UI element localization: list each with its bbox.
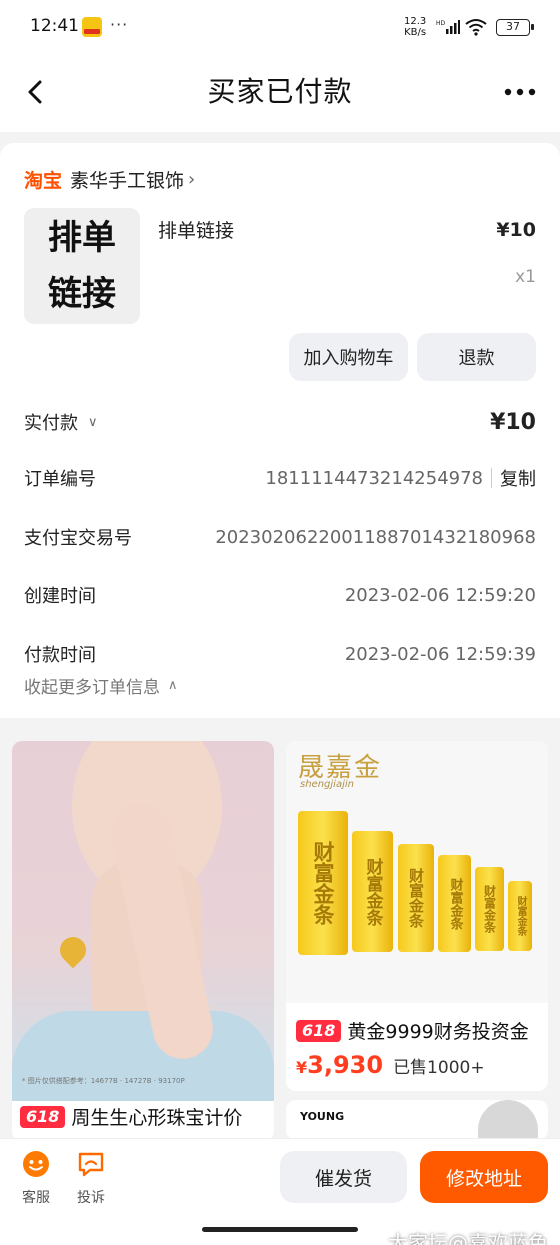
battery-icon: 37: [496, 19, 534, 36]
gold-bar-text: 财富金条: [311, 841, 335, 925]
product-image-model: [478, 1100, 538, 1140]
network-speed-value: 12.3: [404, 16, 427, 27]
sold-count: 已售1000+: [393, 1058, 485, 1078]
thumbnail-text-line2: 链接: [48, 274, 116, 314]
paid-amount-label-wrap: 实付款 ∨: [24, 409, 98, 435]
chevron-right-icon: ›: [188, 168, 196, 190]
gold-bar-text: 财富金条: [362, 857, 383, 926]
product-title[interactable]: 排单链接: [158, 216, 234, 243]
paid-time-row: 付款时间 2023-02-06 12:59:39: [24, 639, 536, 669]
nav-bar: 买家已付款: [0, 56, 560, 132]
gold-bar-text: 财富金条: [482, 885, 497, 933]
product-thumbnail[interactable]: 排单 链接: [24, 208, 140, 324]
order-number-row: 订单编号 1811114473214254978 复制: [24, 463, 536, 493]
recommend-title-row-right: 618 黄金9999财务投资金: [296, 1017, 529, 1044]
signal-icon: HD: [436, 20, 460, 34]
gold-bar: 财富金条: [352, 831, 393, 952]
promo-618-badge: 618: [20, 1105, 66, 1128]
complain-label: 投诉: [77, 1190, 105, 1206]
order-number-label: 订单编号: [24, 469, 96, 490]
more-dots-icon[interactable]: [500, 74, 540, 110]
paid-time-label: 付款时间: [24, 645, 96, 666]
alipay-trade-label: 支付宝交易号: [24, 528, 132, 549]
home-indicator[interactable]: [202, 1227, 358, 1232]
customer-service-icon: [23, 1151, 49, 1177]
customer-service-label: 客服: [22, 1190, 50, 1206]
created-time-value: 2023-02-06 12:59:20: [344, 584, 536, 606]
taobao-logo: 淘宝: [24, 169, 63, 192]
bottom-action-bar: 客服 投诉 催发货 修改地址 大家坛@喜欢蓝色: [0, 1138, 560, 1245]
watermark: 大家坛@喜欢蓝色: [388, 1231, 548, 1245]
price-row: ¥ 3,930 已售1000+: [296, 1051, 485, 1079]
gold-bar-text: 财富金条: [515, 896, 526, 936]
created-time-label: 创建时间: [24, 586, 96, 607]
product-image-necklace[interactable]: * 图片仅供搭配参考：14677B · 14727B · 93170P: [12, 741, 274, 1101]
brand-logo-young: YOUNG: [300, 1110, 345, 1123]
gold-bar: 财富金条: [508, 881, 532, 951]
refund-button[interactable]: 退款: [417, 333, 536, 381]
product-image-gold-bars[interactable]: 晟嘉金 shengjiajin 财富金条 财富金条 财富金条 财富金条 财富金条…: [286, 741, 548, 1003]
copy-button[interactable]: 复制: [500, 465, 536, 491]
gold-bar-text: 财富金条: [447, 877, 463, 930]
brand-name-en: shengjiajin: [300, 779, 354, 790]
paid-time-value: 2023-02-06 12:59:39: [344, 643, 536, 665]
shop-row[interactable]: 淘宝 素华手工银饰 ›: [24, 163, 195, 195]
status-time: 12:41: [30, 16, 79, 36]
recommend-price: 3,930: [307, 1051, 384, 1079]
status-bar: 12:41 ··· 12.3 KB/s HD 37: [0, 0, 560, 56]
customer-service-button[interactable]: 客服: [18, 1149, 54, 1207]
add-to-cart-button[interactable]: 加入购物车: [289, 333, 408, 381]
paid-amount-row[interactable]: 实付款 ∨ ¥10: [24, 407, 536, 437]
recommend-card-lining[interactable]: YOUNG: [286, 1100, 548, 1140]
order-number-value: 1811114473214254978: [265, 467, 483, 489]
recommend-title-row-left: 618 周生生心形珠宝计价: [20, 1103, 242, 1130]
paid-amount-label: 实付款: [24, 413, 78, 434]
collapse-order-info-button[interactable]: 收起更多订单信息 ∧: [24, 673, 178, 698]
thumbnail-text-line1: 排单: [48, 218, 116, 258]
heart-pendant: [54, 931, 92, 969]
complain-button[interactable]: 投诉: [73, 1149, 109, 1207]
recommend-card-gold[interactable]: 晟嘉金 shengjiajin 财富金条 财富金条 财富金条 财富金条 财富金条…: [286, 741, 548, 1091]
network-speed-unit: KB/s: [404, 27, 427, 38]
recommend-title-right[interactable]: 黄金9999财务投资金: [347, 1017, 528, 1044]
product-price: ¥10: [496, 219, 536, 241]
modify-address-button[interactable]: 修改地址: [420, 1151, 548, 1203]
divider: [491, 468, 492, 488]
gold-bar: 财富金条: [398, 844, 434, 952]
shop-name[interactable]: 素华手工银饰: [70, 166, 184, 193]
gold-bar: 财富金条: [298, 811, 348, 955]
alipay-trade-value: 2023020622001188701432180968: [215, 526, 536, 548]
paid-amount-value: ¥10: [490, 409, 536, 435]
gold-bar: 财富金条: [475, 867, 504, 951]
chevron-up-icon: ∧: [168, 678, 178, 693]
order-number-value-wrap: 1811114473214254978 复制: [265, 465, 536, 491]
price-currency: ¥: [296, 1058, 308, 1077]
page-title: 买家已付款: [207, 75, 353, 108]
product-quantity: x1: [515, 267, 536, 287]
notification-dots: ···: [110, 15, 129, 34]
image-caption: * 图片仅供搭配参考：14677B · 14727B · 93170P: [22, 1077, 185, 1085]
network-speed: 12.3 KB/s: [404, 16, 426, 38]
recommend-title-left[interactable]: 周生生心形珠宝计价: [71, 1103, 242, 1130]
promo-618-badge: 618: [296, 1019, 342, 1042]
gold-bar-text: 财富金条: [407, 868, 425, 928]
meituan-app-icon: [82, 17, 102, 37]
collapse-label: 收起更多订单信息: [24, 678, 160, 698]
gold-bar: 财富金条: [438, 855, 471, 952]
urge-shipment-button[interactable]: 催发货: [280, 1151, 407, 1203]
alipay-trade-row: 支付宝交易号 2023020622001188701432180968: [24, 522, 536, 552]
model-top: [12, 1011, 274, 1101]
created-time-row: 创建时间 2023-02-06 12:59:20: [24, 580, 536, 610]
wifi-icon: [465, 19, 487, 36]
recommend-card-jewelry[interactable]: * 图片仅供搭配参考：14677B · 14727B · 93170P 618 …: [12, 741, 274, 1141]
complain-icon: [78, 1152, 104, 1177]
order-card: 淘宝 素华手工银饰 › 排单 链接 排单链接 ¥10 x1 加入购物车 退款 实…: [0, 143, 560, 718]
chevron-down-icon: ∨: [88, 414, 98, 430]
network-type-label: HD: [436, 20, 446, 27]
